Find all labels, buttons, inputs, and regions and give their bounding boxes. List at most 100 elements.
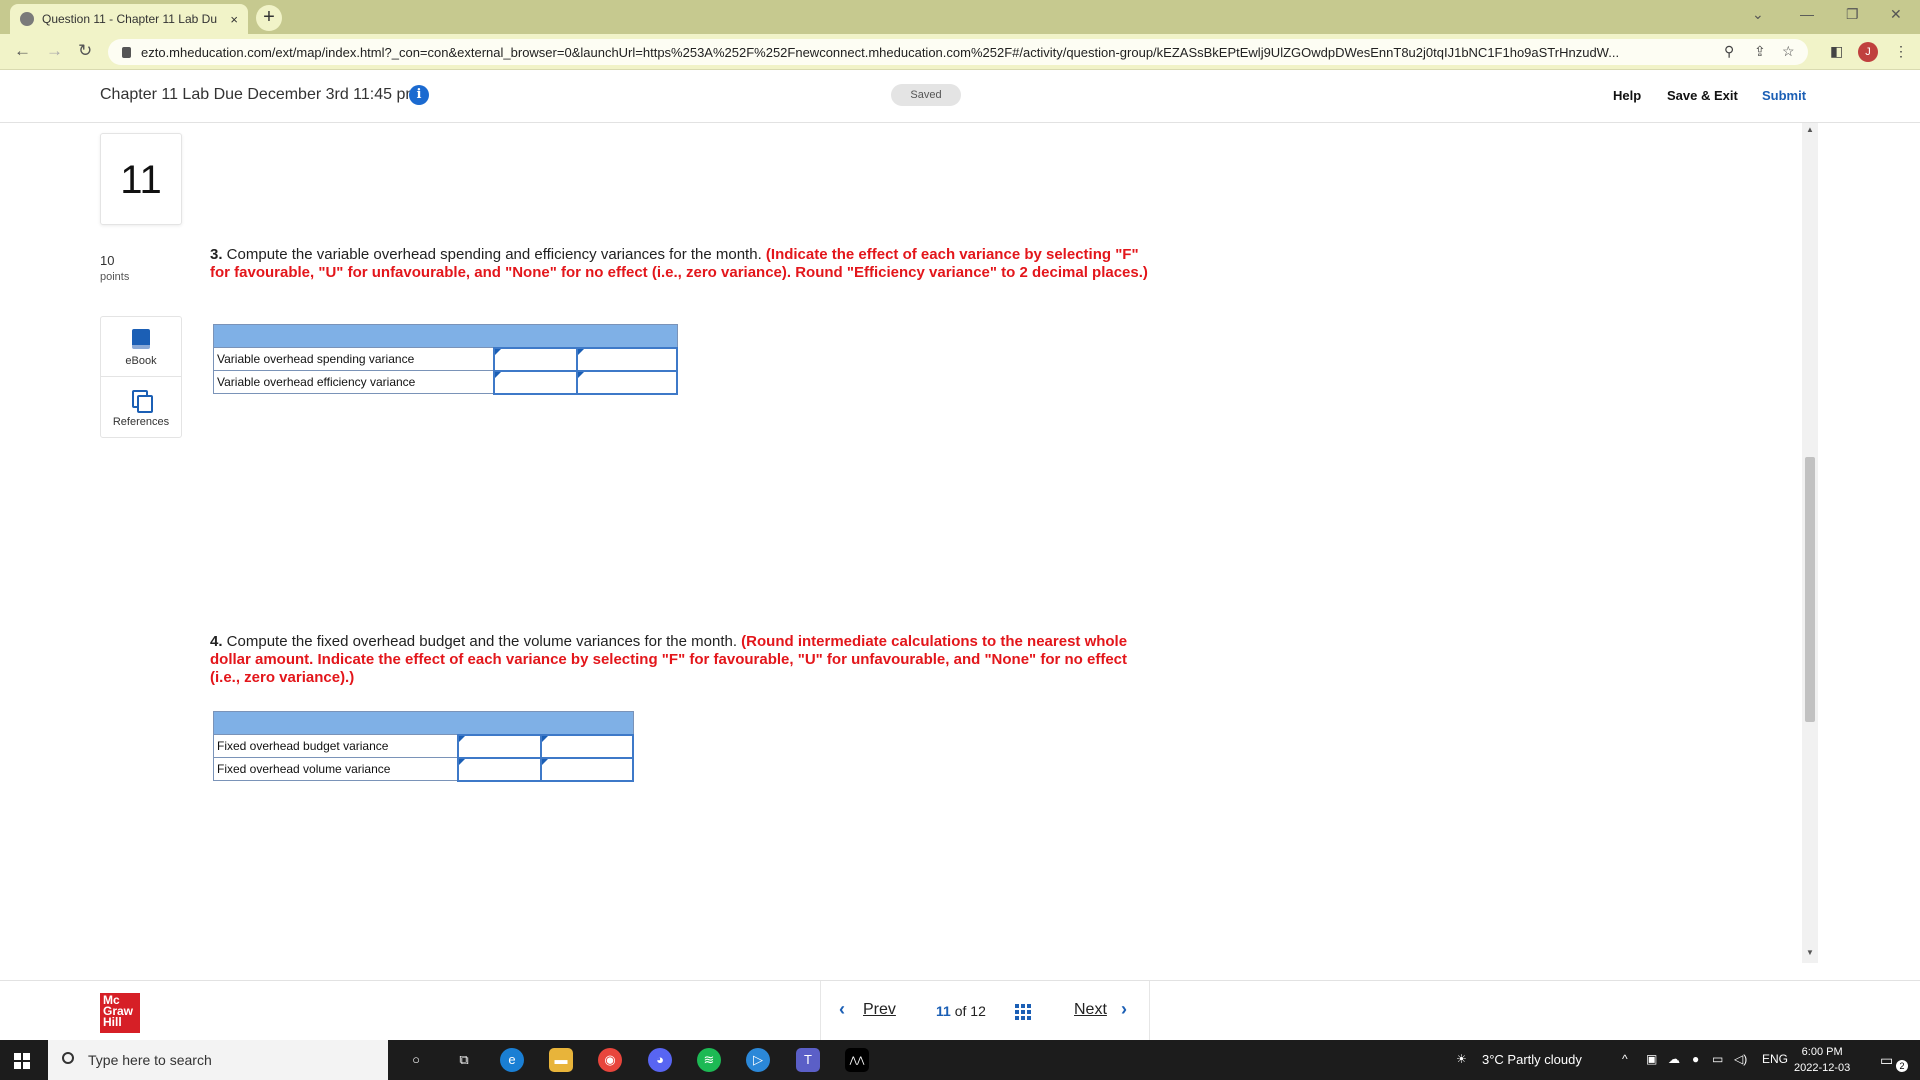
share-icon[interactable]: ⇪ (1754, 43, 1766, 60)
question-3-table: Variable overhead spending variance Vari… (212, 324, 678, 395)
points-indicator: 10 points (100, 253, 129, 285)
ebook-label: eBook (125, 355, 157, 367)
taskbar-search-box[interactable]: Type here to search (48, 1040, 388, 1080)
browser-menu-icon[interactable]: ⋮ (1894, 43, 1908, 60)
globe-icon (20, 12, 34, 26)
minimize-icon[interactable]: — (1800, 6, 1814, 22)
question-4-text: Compute the fixed overhead budget and th… (222, 633, 742, 650)
tab-title: Question 11 - Chapter 11 Lab Du (42, 12, 217, 26)
efficiency-variance-effect-select[interactable] (576, 369, 678, 395)
spotify-icon[interactable]: ≋ (697, 1048, 721, 1072)
browser-tab[interactable]: Question 11 - Chapter 11 Lab Du × (10, 4, 248, 34)
efficiency-variance-amount-input[interactable] (492, 369, 579, 395)
weather-icon[interactable]: ☀ (1456, 1052, 1467, 1066)
mcgraw-hill-logo: Mc Graw Hill (100, 993, 140, 1033)
profile-avatar[interactable]: J (1858, 42, 1878, 62)
save-exit-link[interactable]: Save & Exit (1667, 88, 1738, 103)
remote-app-icon[interactable]: ▷ (746, 1048, 770, 1072)
question-3-prompt: 3. Compute the variable overhead spendin… (210, 246, 1160, 282)
volume-icon[interactable]: ◁) (1734, 1052, 1747, 1066)
back-icon[interactable]: ← (14, 41, 31, 61)
book-icon (132, 329, 150, 349)
teams-icon[interactable]: T (796, 1048, 820, 1072)
table-header-row (213, 711, 633, 735)
table-row: Fixed overhead volume variance (212, 756, 634, 782)
windows-start-icon[interactable] (14, 1053, 30, 1069)
question-4-number: 4. (210, 633, 223, 650)
info-icon[interactable]: i (409, 85, 429, 105)
chevron-left-icon[interactable]: ‹ (839, 999, 845, 1020)
volume-variance-amount-input[interactable] (456, 756, 543, 782)
ebook-button[interactable]: eBook (101, 317, 181, 377)
forward-icon[interactable]: → (46, 41, 63, 61)
reload-icon[interactable]: ↻ (78, 41, 92, 61)
windows-taskbar: Type here to search ○ ⧉ e ▬ ◉ ◕ ≋ ▷ T ⋀⋀… (0, 1040, 1920, 1080)
total-questions: 12 (970, 1003, 986, 1019)
counter-of: of (954, 1003, 967, 1019)
scroll-down-icon[interactable]: ▼ (1806, 948, 1814, 957)
row-label: Variable overhead efficiency variance (212, 370, 495, 394)
row-label: Fixed overhead volume variance (212, 757, 459, 781)
references-icon (132, 390, 153, 413)
current-question: 11 (936, 1003, 951, 1019)
question-4-prompt: 4. Compute the fixed overhead budget and… (210, 633, 1160, 687)
question-counter: 11 of 12 (936, 1003, 986, 1019)
browser-toolbar: ← → ↻ ezto.mheducation.com/ext/map/index… (0, 34, 1920, 70)
table-row: Fixed overhead budget variance (212, 733, 634, 759)
task-view-icon[interactable]: ⧉ (452, 1048, 476, 1072)
question-3-number: 3. (210, 246, 223, 263)
prev-button[interactable]: Prev (863, 1001, 896, 1019)
microphone-icon[interactable]: ● (1692, 1052, 1699, 1066)
chevron-right-icon[interactable]: › (1121, 999, 1127, 1020)
scroll-up-icon[interactable]: ▲ (1806, 125, 1814, 134)
language-indicator[interactable]: ENG (1762, 1052, 1788, 1066)
close-window-icon[interactable]: ✕ (1890, 6, 1902, 23)
new-tab-button[interactable]: + (256, 5, 282, 31)
side-panel-icon[interactable]: ◧ (1830, 43, 1843, 60)
cortana-icon[interactable]: ○ (404, 1048, 428, 1072)
assignment-title: Chapter 11 Lab Due December 3rd 11:45 pm (100, 86, 419, 103)
tab-search-icon[interactable]: ⌄ (1752, 6, 1764, 23)
close-tab-icon[interactable]: × (230, 12, 238, 27)
table-row: Variable overhead efficiency variance (212, 369, 678, 395)
scrollbar-thumb[interactable] (1805, 457, 1815, 722)
volume-variance-effect-select[interactable] (540, 756, 634, 782)
question-grid-icon[interactable] (1015, 1004, 1033, 1020)
references-button[interactable]: References (101, 378, 181, 438)
search-icon (62, 1052, 74, 1064)
page-footer: Mc Graw Hill ‹ Prev 11 of 12 Next › (0, 980, 1920, 1041)
clock-time: 6:00 PM (1801, 1046, 1843, 1058)
references-label: References (112, 416, 170, 428)
system-clock[interactable]: 6:00 PM 2022-12-03 (1794, 1044, 1850, 1076)
chrome-icon[interactable]: ◉ (598, 1048, 622, 1072)
msi-icon[interactable]: ⋀⋀ (845, 1048, 869, 1072)
zoom-icon[interactable]: ⚲ (1724, 43, 1734, 60)
row-label: Fixed overhead budget variance (212, 734, 459, 758)
notification-count-badge: 2 (1896, 1060, 1908, 1072)
tray-app-icon[interactable]: ▣ (1646, 1052, 1657, 1066)
notification-icon[interactable]: ▭ (1880, 1052, 1893, 1069)
budget-variance-amount-input[interactable] (456, 733, 543, 759)
budget-variance-effect-select[interactable] (540, 733, 634, 759)
address-bar[interactable]: ezto.mheducation.com/ext/map/index.html?… (108, 39, 1808, 65)
network-icon[interactable]: ▭ (1712, 1052, 1723, 1066)
weather-text[interactable]: 3°C Partly cloudy (1482, 1052, 1582, 1067)
next-button[interactable]: Next (1074, 1001, 1107, 1019)
spending-variance-effect-select[interactable] (576, 346, 678, 372)
discord-icon[interactable]: ◕ (648, 1048, 672, 1072)
question-4-table: Fixed overhead budget variance Fixed ove… (212, 711, 634, 782)
onedrive-icon[interactable]: ☁ (1668, 1052, 1680, 1066)
edge-icon[interactable]: e (500, 1048, 524, 1072)
question-pager: ‹ Prev 11 of 12 Next › (820, 981, 1150, 1041)
submit-link[interactable]: Submit (1762, 88, 1806, 103)
saved-status-badge: Saved (891, 84, 961, 106)
tray-overflow-icon[interactable]: ^ (1622, 1052, 1628, 1066)
restore-icon[interactable]: ❐ (1846, 6, 1859, 23)
points-label: points (100, 271, 130, 283)
spending-variance-amount-input[interactable] (492, 346, 579, 372)
help-link[interactable]: Help (1613, 88, 1641, 103)
bookmark-star-icon[interactable]: ☆ (1782, 43, 1795, 60)
row-label: Variable overhead spending variance (212, 347, 495, 371)
browser-tabstrip: Question 11 - Chapter 11 Lab Du × + ⌄ — … (0, 0, 1920, 34)
file-explorer-icon[interactable]: ▬ (549, 1048, 573, 1072)
